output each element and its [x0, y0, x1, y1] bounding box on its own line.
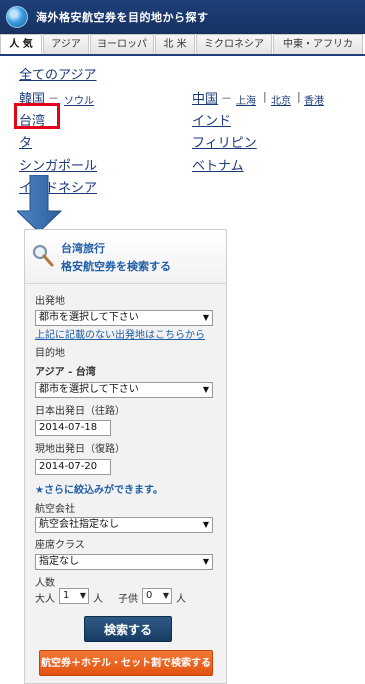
- tab-europe[interactable]: ヨーロッパ: [90, 34, 154, 54]
- destination-label: 目的地: [35, 348, 65, 359]
- chevron-down-icon: ▼: [202, 557, 209, 566]
- down-arrow-icon: [17, 175, 63, 233]
- narrow-down-note[interactable]: ★さらに絞込みができます。: [35, 481, 163, 496]
- search-button[interactable]: 検索する: [84, 616, 172, 642]
- adult-count-select[interactable]: 1 ▼: [59, 588, 89, 604]
- philippines-link[interactable]: フィリピン: [192, 132, 257, 151]
- chevron-down-icon: ▼: [202, 313, 209, 322]
- destination-city-select[interactable]: 都市を選択して下さい ▼: [35, 382, 213, 398]
- vietnam-link[interactable]: ベトナム: [192, 155, 244, 174]
- depart-date-input[interactable]: 2014-07-18: [35, 420, 111, 436]
- thailand-link[interactable]: タ: [19, 132, 32, 151]
- seoul-link[interactable]: ソウル: [64, 92, 94, 107]
- panel-header: 台湾旅行 格安航空券を検索する: [25, 230, 226, 284]
- taiwan-highlight-box: [14, 103, 60, 129]
- destination-value: アジア - 台湾: [35, 367, 96, 378]
- china-link[interactable]: 中国: [192, 88, 218, 107]
- child-label: 子供: [118, 594, 138, 605]
- flight-hotel-search-button[interactable]: 航空券＋ホテル・セット割で検索する: [39, 650, 213, 676]
- chevron-down-icon: ▼: [202, 520, 209, 529]
- panel-subtitle: 格安航空券を検索する: [61, 260, 171, 273]
- tab-north-america[interactable]: 北 米: [155, 34, 195, 54]
- panel-title: 台湾旅行: [61, 242, 105, 255]
- destination-city-value: 都市を選択して下さい: [39, 384, 139, 395]
- magnifier-icon: [33, 245, 54, 267]
- adult-unit: 人: [93, 594, 103, 605]
- class-label: 座席クラス: [35, 540, 85, 551]
- chevron-down-icon: ▼: [202, 385, 209, 394]
- tab-micronesia[interactable]: ミクロネシア: [196, 34, 272, 54]
- airline-label: 航空会社: [35, 504, 75, 515]
- chevron-down-icon: ▼: [162, 591, 169, 600]
- departure-select[interactable]: 都市を選択して下さい ▼: [35, 310, 213, 326]
- airline-select[interactable]: 航空会社指定なし ▼: [35, 517, 213, 533]
- shanghai-link[interactable]: 上海: [236, 92, 256, 107]
- class-value: 指定なし: [39, 556, 79, 567]
- bar-separator: |: [263, 90, 267, 103]
- return-date-label: 現地出発日（復路）: [35, 444, 125, 455]
- chevron-down-icon: ▼: [79, 591, 86, 600]
- child-unit: 人: [176, 594, 186, 605]
- departure-other-link[interactable]: 上記に記載のない出発地はこちらから: [35, 326, 205, 341]
- header-title: 海外格安航空券を目的地から探す: [36, 11, 209, 24]
- depart-date-label: 日本出発日（往路）: [35, 406, 125, 417]
- bar-separator: |: [297, 90, 301, 103]
- adult-label: 大人: [35, 594, 55, 605]
- globe-icon: [6, 6, 28, 28]
- tab-popular[interactable]: 人 気: [0, 34, 42, 54]
- class-select[interactable]: 指定なし ▼: [35, 554, 213, 570]
- people-label: 人数: [35, 578, 55, 589]
- beijing-link[interactable]: 北京: [271, 92, 291, 107]
- return-date-input[interactable]: 2014-07-20: [35, 459, 111, 475]
- child-count-value: 0: [146, 590, 153, 601]
- region-tabs: 人 気 アジア ヨーロッパ 北 米 ミクロネシア 中東・アフリカ: [0, 34, 365, 56]
- adult-count-value: 1: [63, 590, 70, 601]
- dash-separator: －: [221, 92, 232, 105]
- all-asia-link[interactable]: 全てのアジア: [19, 64, 96, 83]
- hongkong-link[interactable]: 香港: [304, 92, 324, 107]
- airline-value: 航空会社指定なし: [39, 519, 119, 530]
- india-link[interactable]: インド: [192, 110, 231, 129]
- child-count-select[interactable]: 0 ▼: [142, 588, 172, 604]
- departure-label: 出発地: [35, 296, 65, 307]
- search-panel: 台湾旅行 格安航空券を検索する 出発地 都市を選択して下さい ▼ 上記に記載のな…: [24, 229, 227, 684]
- departure-value: 都市を選択して下さい: [39, 312, 139, 323]
- page-header: 海外格安航空券を目的地から探す: [0, 0, 365, 34]
- tab-middle-east-africa[interactable]: 中東・アフリカ: [273, 34, 363, 54]
- singapore-link[interactable]: シンガポール: [19, 155, 97, 174]
- tab-asia[interactable]: アジア: [43, 34, 89, 54]
